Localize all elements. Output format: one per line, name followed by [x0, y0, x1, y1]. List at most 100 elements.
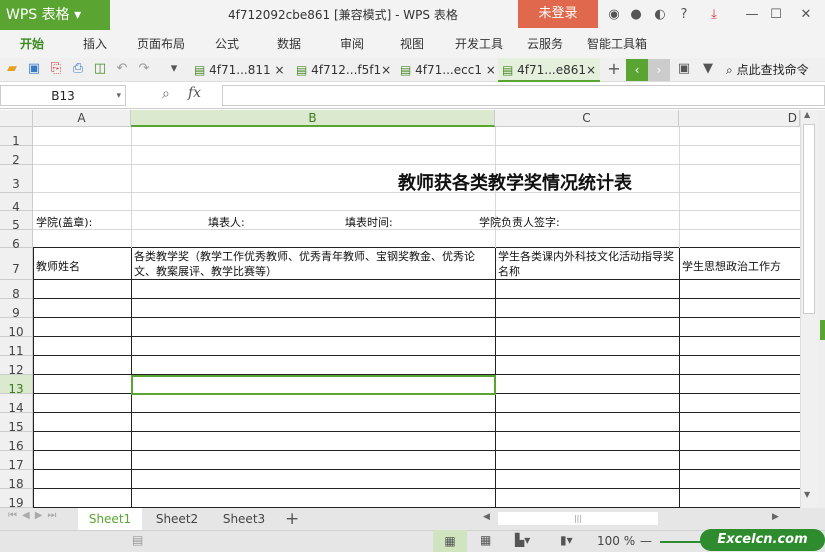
tab-cloud[interactable]: 云服务 — [527, 30, 563, 58]
tab-developer[interactable]: 开发工具 — [455, 30, 503, 58]
formula-input[interactable] — [222, 85, 825, 106]
row-header-8[interactable]: 8 — [0, 280, 33, 301]
minimize-icon[interactable]: — — [742, 0, 762, 30]
row-header-12[interactable]: 12 — [0, 356, 33, 377]
row-gridline — [33, 431, 800, 432]
scroll-left-icon[interactable]: ◀ — [483, 512, 490, 522]
sheet-tab-sheet1[interactable]: Sheet1 — [78, 508, 142, 530]
scroll-tabs-right-icon[interactable]: › — [648, 59, 670, 81]
row-header-16[interactable]: 16 — [0, 432, 33, 453]
page-break-view-icon[interactable]: ▦ — [480, 533, 491, 547]
horizontal-scrollbar[interactable]: ◀ ||| ▶ — [480, 508, 790, 530]
row-header-13[interactable]: 13 — [0, 375, 33, 396]
row-header-15[interactable]: 15 — [0, 413, 33, 434]
scroll-down-icon[interactable]: ▼ — [804, 490, 810, 499]
feedback-icon[interactable]: ◐ — [650, 0, 670, 30]
row-header-11[interactable]: 11 — [0, 337, 33, 358]
row-header-19[interactable]: 19 — [0, 489, 33, 508]
print-preview-icon[interactable]: ◫ — [92, 61, 108, 77]
scroll-right-icon[interactable]: ▶ — [772, 512, 779, 522]
vertical-scrollbar[interactable]: ▲ ▼ — [800, 110, 817, 508]
search-command[interactable]: ⌕ 点此查找命令 — [726, 58, 809, 82]
tab-insert[interactable]: 插入 — [83, 30, 107, 58]
doc-tab[interactable]: ▤ 4f712...f5f1× — [292, 58, 392, 82]
close-tab-icon[interactable]: × — [274, 63, 284, 77]
row-gridline — [33, 247, 800, 248]
close-icon[interactable]: ✕ — [796, 0, 816, 30]
column-header-b[interactable]: B — [131, 110, 495, 127]
normal-view-icon[interactable]: ▦ — [433, 530, 467, 552]
undo-icon[interactable]: ↶ — [114, 61, 130, 77]
close-tab-icon[interactable]: × — [381, 63, 391, 77]
row-header-1[interactable]: 1 — [0, 127, 33, 148]
tab-home[interactable]: 开始 — [20, 30, 44, 58]
doc-tab-active[interactable]: ▤ 4f71...e861× — [498, 58, 600, 82]
side-panel-strip[interactable] — [817, 110, 825, 508]
new-tab-icon[interactable]: + — [606, 61, 622, 77]
scroll-up-icon[interactable]: ▲ — [804, 110, 810, 119]
freeze-icon[interactable]: ▙▾ — [515, 533, 530, 547]
name-box-value: B13 — [51, 89, 75, 103]
zoom-slider[interactable] — [660, 541, 705, 543]
scroll-tabs-left-icon[interactable]: ‹ — [626, 59, 648, 81]
close-tab-icon[interactable]: × — [486, 63, 496, 77]
close-tab-icon[interactable]: × — [586, 63, 596, 77]
redo-icon[interactable]: ↷ — [136, 61, 152, 77]
tab-smart-tools[interactable]: 智能工具箱 — [587, 30, 647, 58]
doc-tab[interactable]: ▤ 4f71...ecc1 × — [396, 58, 496, 82]
horizontal-scroll-thumb[interactable]: ||| — [498, 512, 658, 525]
download-icon[interactable]: ⤓ — [704, 0, 724, 30]
row-header-18[interactable]: 18 — [0, 470, 33, 491]
row-header-6[interactable]: 6 — [0, 230, 33, 251]
dropdown-icon[interactable]: ▾ — [166, 61, 182, 77]
sheet-tab-sheet2[interactable]: Sheet2 — [145, 508, 209, 530]
save-icon[interactable]: ▣ — [26, 61, 42, 77]
login-button[interactable]: 未登录 — [518, 0, 598, 28]
tab-data[interactable]: 数据 — [277, 30, 301, 58]
open-icon[interactable]: ▰ — [4, 61, 20, 77]
cell-mode-icon: ▤ — [132, 533, 144, 547]
select-all-corner[interactable] — [0, 110, 33, 127]
print-icon[interactable]: ⎙ — [70, 61, 86, 77]
row-header-14[interactable]: 14 — [0, 394, 33, 415]
app-menu-button[interactable]: WPS 表格 ▾ — [0, 0, 110, 30]
doc-tab[interactable]: ▤ 4f71...811 × — [190, 58, 288, 82]
selected-cell-b13[interactable] — [131, 375, 496, 395]
row-header-10[interactable]: 10 — [0, 318, 33, 339]
header-teaching-awards: 各类教学奖（教学工作优秀教师、优秀青年教师、宝钢奖教金、优秀论文、教案展评、教学… — [134, 250, 475, 278]
column-header-a[interactable]: A — [33, 110, 131, 127]
zoom-out-button[interactable]: — — [640, 534, 652, 548]
column-header-d[interactable]: D — [679, 110, 800, 127]
row-header-17[interactable]: 17 — [0, 451, 33, 472]
insert-function-button[interactable]: fx — [188, 85, 201, 101]
row-header-5[interactable]: 5 — [0, 211, 33, 232]
row-header-9[interactable]: 9 — [0, 299, 33, 320]
skin-icon[interactable]: ◉ — [604, 0, 624, 30]
chevron-down-icon[interactable]: ▾ — [116, 86, 121, 106]
row-header-3[interactable]: 3 — [0, 165, 33, 193]
help-icon[interactable]: ? — [674, 0, 694, 30]
tab-view[interactable]: 视图 — [400, 30, 424, 58]
tab-formulas[interactable]: 公式 — [215, 30, 239, 58]
present-icon[interactable]: ▣ — [676, 61, 692, 77]
eye-protection-icon[interactable]: ▮▾ — [560, 533, 573, 547]
maximize-icon[interactable]: ☐ — [766, 0, 786, 30]
name-box[interactable]: B13 ▾ — [0, 85, 126, 106]
row-header-7[interactable]: 7 — [0, 248, 33, 280]
spreadsheet-grid[interactable]: A B C D 1 2 3 4 5 6 7 8 9 10 11 12 13 14 15 16 17 18 19 教师… — [0, 110, 800, 508]
settings-icon[interactable]: ● — [626, 0, 646, 30]
export-pdf-icon[interactable]: ⎘ — [48, 61, 64, 77]
row-gridline — [33, 210, 800, 211]
filter-icon[interactable]: ▼ — [700, 61, 716, 77]
zoom-formula-icon[interactable]: ⌕ — [162, 86, 170, 102]
vertical-scroll-thumb[interactable] — [803, 124, 815, 314]
column-header-c[interactable]: C — [495, 110, 679, 127]
tab-review[interactable]: 审阅 — [340, 30, 364, 58]
sheet-tab-sheet3[interactable]: Sheet3 — [212, 508, 276, 530]
tab-page-layout[interactable]: 页面布局 — [137, 30, 185, 58]
row-header-2[interactable]: 2 — [0, 146, 33, 167]
sheet-nav-arrows-icon[interactable]: ⏮◀▶⏭ — [8, 510, 61, 521]
search-command-label: 点此查找命令 — [736, 63, 809, 77]
row-header-4[interactable]: 4 — [0, 193, 33, 214]
add-sheet-icon[interactable]: + — [285, 508, 299, 530]
